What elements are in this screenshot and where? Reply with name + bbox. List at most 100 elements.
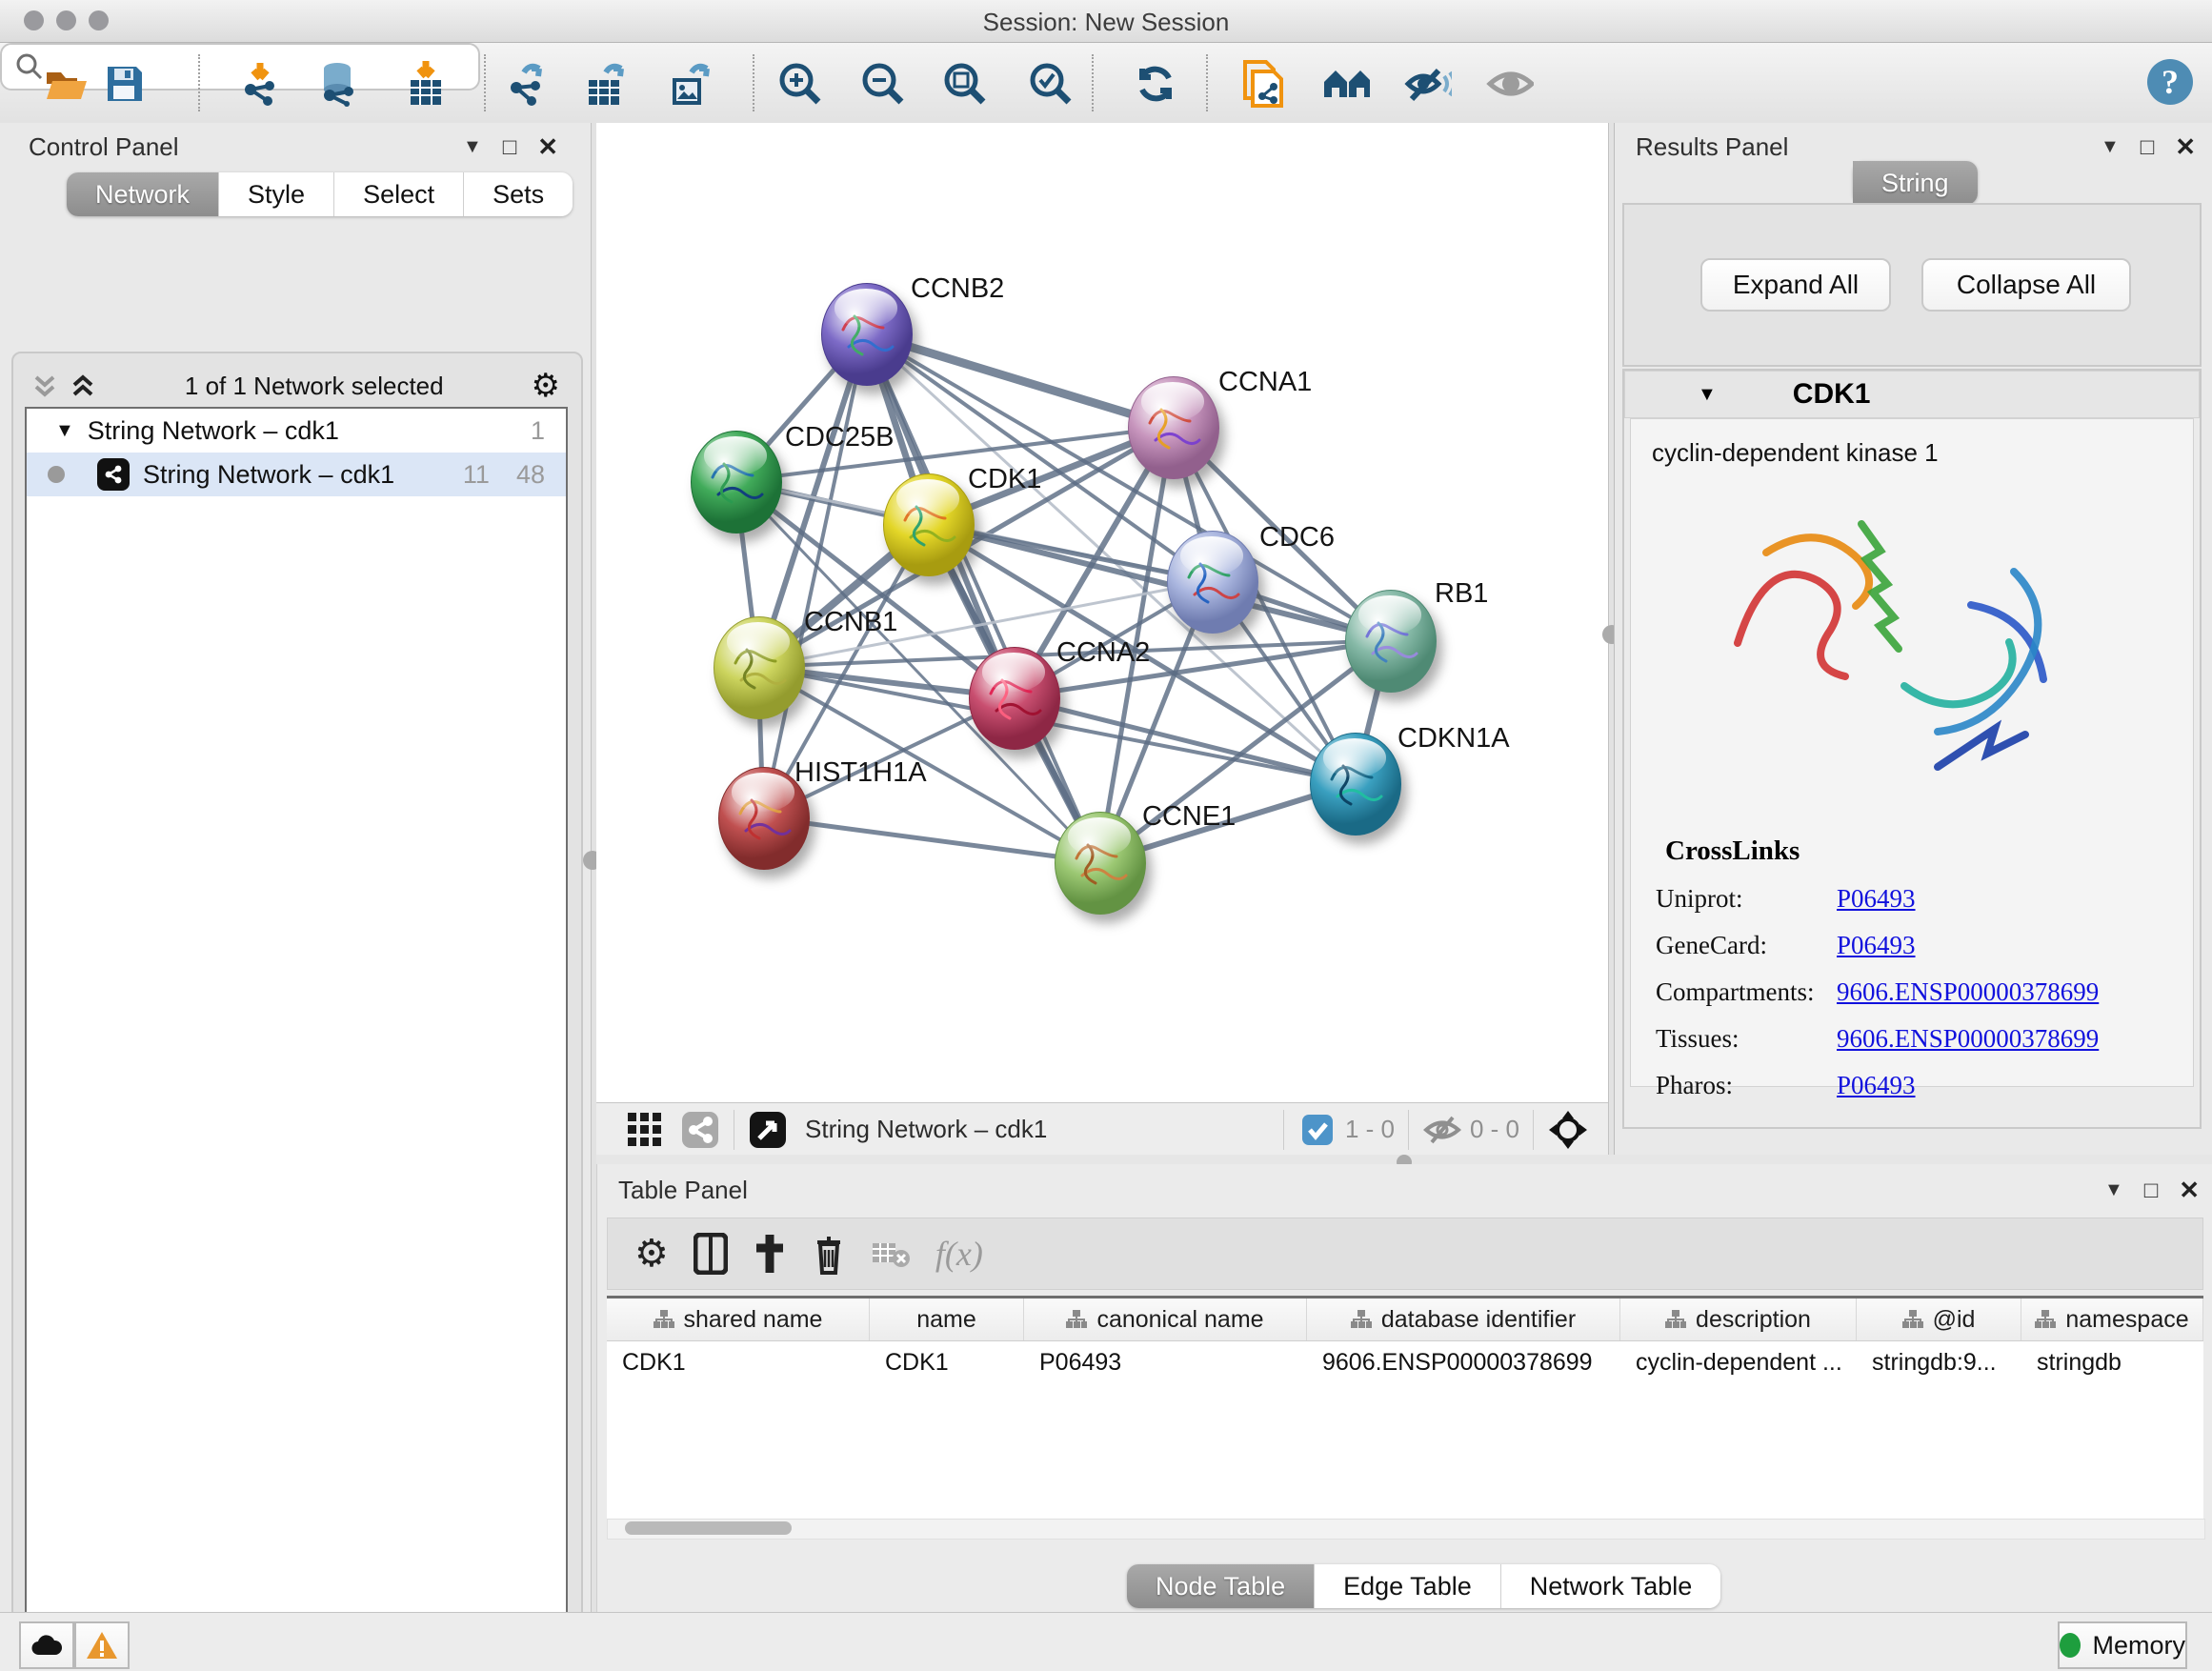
network-canvas[interactable]: CCNB2 CCNA1 CDC25B CDK1 CDC6 bbox=[596, 123, 1608, 1102]
tab-network[interactable]: Network bbox=[67, 172, 219, 216]
cell-shared-name[interactable]: CDK1 bbox=[607, 1341, 870, 1383]
node-gloss bbox=[835, 289, 897, 327]
collapse-arrow-icon[interactable]: ▼ bbox=[55, 420, 74, 442]
table-row[interactable]: CDK1CDK1P064939606.ENSP00000378699cyclin… bbox=[607, 1341, 2203, 1383]
tab-style[interactable]: Style bbox=[219, 172, 334, 216]
node-CCNB1[interactable] bbox=[714, 616, 805, 719]
zoom-in-icon[interactable] bbox=[776, 60, 824, 108]
node-RB1[interactable] bbox=[1345, 590, 1437, 693]
node-CDC25B[interactable] bbox=[691, 431, 782, 534]
scrollbar-thumb[interactable] bbox=[625, 1521, 792, 1535]
edge-CCNB2-HIST1H1A[interactable] bbox=[763, 333, 866, 817]
zoom-fit-icon[interactable] bbox=[941, 60, 989, 108]
export-image-icon[interactable] bbox=[667, 60, 714, 108]
delete-table-icon[interactable] bbox=[871, 1238, 911, 1270]
expand-all-icon[interactable] bbox=[69, 372, 97, 400]
node-CDKN1A[interactable] bbox=[1310, 733, 1401, 836]
float-menu-icon[interactable]: ▼ bbox=[463, 136, 482, 158]
close-panel-icon[interactable]: ✕ bbox=[2179, 1176, 2200, 1205]
cell-name[interactable]: CDK1 bbox=[870, 1341, 1024, 1383]
cell-namespace[interactable]: stringdb bbox=[2021, 1341, 2203, 1383]
gear-icon[interactable]: ⚙ bbox=[634, 1232, 669, 1276]
birdseye-view-icon[interactable] bbox=[748, 1110, 788, 1150]
cloud-button[interactable] bbox=[19, 1621, 74, 1669]
float-menu-icon[interactable]: ▼ bbox=[2104, 1179, 2123, 1201]
refresh-layout-icon[interactable] bbox=[1132, 60, 1179, 108]
show-details-icon[interactable] bbox=[1486, 60, 1534, 108]
tab-edge-table[interactable]: Edge Table bbox=[1315, 1564, 1501, 1608]
crosshair-icon[interactable] bbox=[1547, 1110, 1587, 1150]
import-table-icon[interactable] bbox=[402, 60, 450, 108]
close-panel-icon[interactable]: ✕ bbox=[2175, 132, 2196, 162]
column-header-description[interactable]: description bbox=[1620, 1299, 1857, 1340]
float-panel-icon[interactable]: □ bbox=[2141, 134, 2155, 161]
open-session-icon[interactable] bbox=[43, 60, 90, 108]
horizontal-scrollbar[interactable] bbox=[607, 1519, 2205, 1540]
tab-select[interactable]: Select bbox=[334, 172, 464, 216]
cell-description[interactable]: cyclin-dependent ... bbox=[1620, 1341, 1857, 1383]
node-CDK1[interactable] bbox=[883, 473, 975, 576]
column-header-namespace[interactable]: namespace bbox=[2021, 1299, 2203, 1340]
float-panel-icon[interactable]: □ bbox=[503, 134, 517, 161]
node-CDC6[interactable] bbox=[1167, 531, 1258, 634]
neighborhood-icon[interactable] bbox=[1322, 60, 1370, 108]
grid-view-icon[interactable] bbox=[625, 1110, 665, 1150]
zoom-out-icon[interactable] bbox=[859, 60, 907, 108]
hide-details-icon[interactable] bbox=[1404, 60, 1452, 108]
column-header-shared-name[interactable]: shared name bbox=[607, 1299, 870, 1340]
control-panel: Control Panel ▼ □ ✕ NetworkStyleSelectSe… bbox=[0, 123, 591, 1612]
crosslink-value-link[interactable]: P06493 bbox=[1837, 931, 1916, 960]
collapse-all-button[interactable]: Collapse All bbox=[1921, 258, 2131, 312]
node-CCNE1[interactable] bbox=[1055, 812, 1146, 915]
tab-sets[interactable]: Sets bbox=[464, 172, 573, 216]
selected-checkbox-icon[interactable] bbox=[1297, 1110, 1337, 1150]
memory-button[interactable]: Memory bbox=[2058, 1621, 2187, 1669]
column-header-name[interactable]: name bbox=[870, 1299, 1024, 1340]
close-panel-icon[interactable]: ✕ bbox=[537, 132, 558, 162]
collapse-all-icon[interactable] bbox=[30, 372, 59, 400]
column-header-@id[interactable]: @id bbox=[1857, 1299, 2021, 1340]
tab-network-table[interactable]: Network Table bbox=[1501, 1564, 1721, 1608]
float-menu-icon[interactable]: ▼ bbox=[2101, 136, 2120, 158]
zoom-selected-icon[interactable] bbox=[1027, 60, 1075, 108]
node-CCNB2[interactable] bbox=[821, 283, 913, 386]
edge-CCNB2-CCNA1[interactable] bbox=[866, 333, 1173, 427]
help-icon[interactable]: ? bbox=[2145, 58, 2193, 106]
add-column-icon[interactable] bbox=[753, 1233, 787, 1275]
hidden-eye-icon[interactable] bbox=[1422, 1110, 1462, 1150]
save-session-icon[interactable] bbox=[101, 60, 149, 108]
network-view-type-icon[interactable] bbox=[680, 1110, 720, 1150]
columns-icon[interactable] bbox=[694, 1233, 728, 1275]
node-CCNA2[interactable] bbox=[969, 647, 1060, 750]
tab-node-table[interactable]: Node Table bbox=[1127, 1564, 1315, 1608]
tab-string[interactable]: String bbox=[1853, 161, 1978, 205]
import-network-icon[interactable] bbox=[236, 60, 284, 108]
crosslink-value-link[interactable]: 9606.ENSP00000378699 bbox=[1837, 977, 2099, 1007]
warning-button[interactable] bbox=[74, 1621, 130, 1669]
cell-canonical-name[interactable]: P06493 bbox=[1024, 1341, 1307, 1383]
column-header-canonical-name[interactable]: canonical name bbox=[1024, 1299, 1307, 1340]
copy-network-icon[interactable] bbox=[1238, 60, 1286, 108]
expand-all-button[interactable]: Expand All bbox=[1700, 258, 1891, 312]
node-CCNA1[interactable] bbox=[1128, 376, 1219, 479]
crosslink-value-link[interactable]: 9606.ENSP00000378699 bbox=[1837, 1024, 2099, 1054]
edge-HIST1H1A-CCNE1[interactable] bbox=[763, 817, 1099, 862]
crosslink-value-link[interactable]: P06493 bbox=[1837, 1071, 1916, 1100]
delete-column-icon[interactable] bbox=[812, 1233, 846, 1275]
network-collection-row[interactable]: ▼ String Network – cdk1 1 bbox=[27, 409, 566, 453]
network-row[interactable]: String Network – cdk1 11 48 bbox=[27, 453, 566, 496]
collapse-arrow-icon[interactable]: ▼ bbox=[1698, 384, 1717, 406]
horizontal-splitter[interactable] bbox=[596, 1155, 2212, 1164]
import-database-icon[interactable] bbox=[314, 60, 362, 108]
search-icon bbox=[15, 52, 44, 81]
export-network-icon[interactable] bbox=[503, 60, 551, 108]
function-builder-icon[interactable]: f(x) bbox=[935, 1234, 983, 1274]
export-table-icon[interactable] bbox=[583, 60, 631, 108]
cell-@id[interactable]: stringdb:9... bbox=[1857, 1341, 2021, 1383]
column-header-database-identifier[interactable]: database identifier bbox=[1307, 1299, 1620, 1340]
crosslink-value-link[interactable]: P06493 bbox=[1837, 884, 1916, 914]
cell-database-identifier[interactable]: 9606.ENSP00000378699 bbox=[1307, 1341, 1620, 1383]
float-panel-icon[interactable]: □ bbox=[2144, 1178, 2159, 1204]
gear-icon[interactable]: ⚙ bbox=[532, 367, 560, 405]
protein-section-header[interactable]: ▼ CDK1 bbox=[1624, 371, 2200, 418]
